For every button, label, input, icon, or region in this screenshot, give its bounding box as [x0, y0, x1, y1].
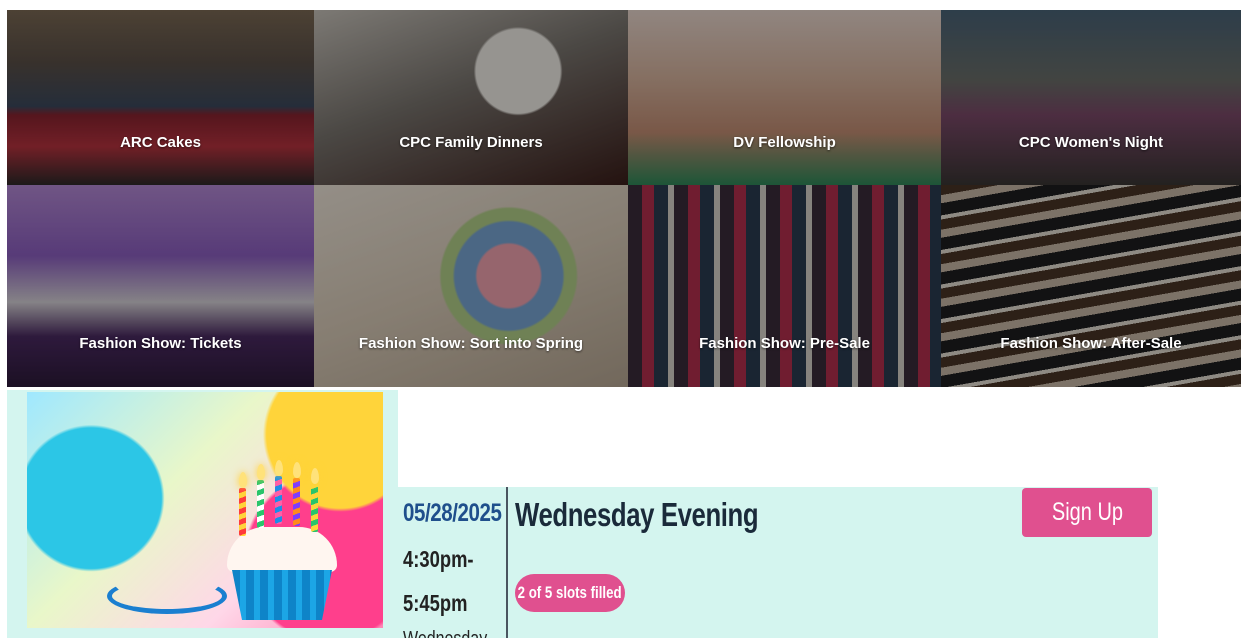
slot-title: Wednesday Evening	[515, 496, 759, 533]
birthday-cupcake-image	[27, 392, 383, 628]
candle-icon	[311, 484, 318, 532]
sign-up-button[interactable]: Sign Up	[1022, 488, 1152, 537]
tile-label: Fashion Show: Pre-Sale	[699, 335, 870, 352]
tile-label: Fashion Show: After-Sale	[1000, 335, 1182, 352]
tile-overlay	[628, 10, 941, 185]
candle-icon	[275, 476, 282, 524]
tile-arc-cakes[interactable]: ARC Cakes	[7, 10, 314, 185]
slot-day: Wednesday	[403, 628, 487, 638]
tile-label: CPC Women's Night	[1018, 134, 1164, 151]
slot-divider	[506, 487, 508, 638]
flame-icon	[257, 464, 265, 480]
flame-icon	[311, 468, 319, 484]
tile-overlay	[7, 185, 314, 387]
tile-label: CPC Family Dinners	[399, 134, 543, 151]
tile-overlay	[7, 10, 314, 185]
opportunity-tile-grid: ARC Cakes CPC Family Dinners DV Fellowsh…	[7, 10, 1241, 387]
tile-overlay	[628, 185, 941, 387]
sign-up-label: Sign Up	[1051, 498, 1123, 526]
tile-overlay	[314, 10, 628, 185]
tile-label: ARC Cakes	[120, 134, 201, 151]
tile-cpc-womens-night[interactable]: CPC Women's Night	[941, 10, 1241, 185]
flame-icon	[275, 460, 283, 476]
tile-fashion-show-pre-sale[interactable]: Fashion Show: Pre-Sale	[628, 185, 941, 387]
flame-icon	[293, 462, 301, 478]
slot-time-start: 4:30pm-	[403, 546, 474, 572]
flame-icon	[239, 472, 247, 488]
tile-dv-fellowship[interactable]: DV Fellowship	[628, 10, 941, 185]
tile-overlay	[941, 10, 1241, 185]
ribbon-decoration	[107, 578, 227, 614]
tile-overlay	[941, 185, 1241, 387]
candle-icon	[239, 488, 246, 536]
slot-time-end: 5:45pm	[403, 590, 468, 616]
tile-fashion-show-tickets[interactable]: Fashion Show: Tickets	[7, 185, 314, 387]
slots-filled-label: 2 of 5 slots filled	[518, 583, 622, 602]
tile-label: Fashion Show: Sort into Spring	[358, 335, 584, 352]
candle-icon	[257, 480, 264, 528]
tile-fashion-show-sort-into-spring[interactable]: Fashion Show: Sort into Spring	[314, 185, 628, 387]
slot-date: 05/28/2025	[403, 499, 502, 527]
cupcake-wrapper	[232, 570, 332, 620]
tile-label: DV Fellowship	[733, 134, 836, 151]
tile-fashion-show-after-sale[interactable]: Fashion Show: After-Sale	[941, 185, 1241, 387]
tile-label: Fashion Show: Tickets	[79, 335, 242, 352]
candle-icon	[293, 478, 300, 526]
tile-cpc-family-dinners[interactable]: CPC Family Dinners	[314, 10, 628, 185]
tile-overlay	[314, 185, 628, 387]
slots-filled-badge: 2 of 5 slots filled	[515, 574, 625, 612]
